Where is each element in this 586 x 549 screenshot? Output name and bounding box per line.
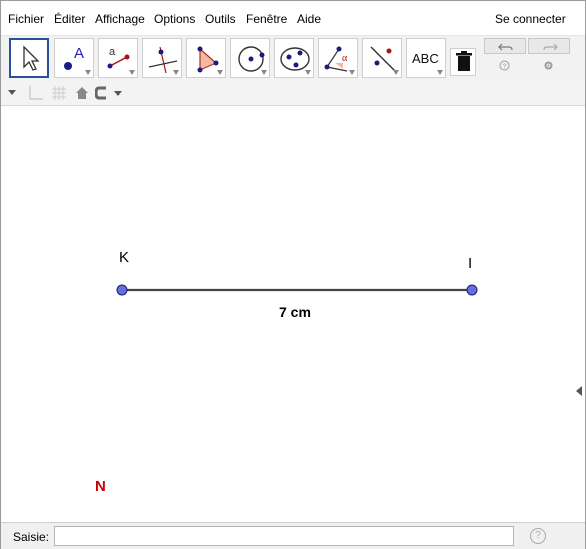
home-icon[interactable] (74, 85, 90, 101)
tool-dropdown-icon (393, 70, 399, 75)
input-field[interactable] (54, 526, 514, 546)
tool-dropdown-icon (305, 70, 311, 75)
menu-outils[interactable]: Outils (205, 12, 236, 26)
point-label-i: I (468, 255, 473, 272)
text-tool-glyph: ABC (412, 51, 439, 66)
tool-dropdown-icon (261, 70, 267, 75)
angle-tool-glyph: α (342, 53, 348, 64)
arrow-cursor-icon (23, 45, 40, 71)
tool-dropdown-icon (173, 70, 179, 75)
text-tool-button[interactable]: ABC (406, 38, 446, 78)
input-bar: Saisie: ? (1, 522, 585, 549)
segment-tool-glyph: a (109, 46, 116, 58)
input-label: Saisie: (13, 530, 50, 544)
graphics-view[interactable]: K I 7 cm N (1, 106, 585, 522)
app-window: Fichier Éditer Affichage Options Outils … (0, 0, 586, 549)
style-bar (1, 81, 585, 106)
menu-options[interactable]: Options (154, 12, 195, 26)
help-icon[interactable]: ? (499, 60, 510, 74)
menu-fenetre[interactable]: Fenêtre (246, 12, 287, 26)
menu-affichage[interactable]: Affichage (95, 12, 145, 26)
point-label-k: K (119, 249, 130, 266)
point-tool-glyph: A (74, 45, 84, 62)
menu-fichier[interactable]: Fichier (8, 12, 44, 26)
angle-tool-button[interactable]: α (318, 38, 358, 78)
gear-icon[interactable] (543, 60, 554, 74)
point-tool-button[interactable]: A (54, 38, 94, 78)
move-tool-button[interactable] (9, 38, 49, 78)
menu-toggle-icon[interactable] (6, 87, 20, 99)
svg-text:?: ? (503, 64, 507, 71)
point-capture-icon[interactable] (95, 85, 125, 101)
point-label-n: N (95, 478, 106, 495)
expand-panel-icon[interactable] (576, 386, 582, 396)
menu-editer[interactable]: Éditer (54, 12, 85, 26)
reflect-tool-button[interactable] (362, 38, 402, 78)
tool-dropdown-icon (217, 70, 223, 75)
redo-icon (543, 43, 558, 51)
tool-dropdown-icon (349, 70, 355, 75)
delete-button[interactable] (450, 48, 476, 76)
polygon-tool-button[interactable] (186, 38, 226, 78)
menu-aide[interactable]: Aide (297, 12, 321, 26)
redo-button[interactable] (528, 38, 570, 54)
toolbar: A a α ABC ? (1, 35, 585, 82)
point-i[interactable] (466, 284, 478, 296)
tool-dropdown-icon (437, 70, 443, 75)
point-k[interactable] (116, 284, 128, 296)
trash-icon (456, 51, 472, 71)
tool-dropdown-icon (129, 70, 135, 75)
grid-icon[interactable] (51, 85, 67, 101)
sign-in-link[interactable]: Se connecter (495, 12, 566, 26)
undo-icon (498, 43, 513, 51)
menu-bar: Fichier Éditer Affichage Options Outils … (1, 1, 585, 35)
perpendicular-tool-button[interactable] (142, 38, 182, 78)
undo-button[interactable] (484, 38, 526, 54)
tool-dropdown-icon (85, 70, 91, 75)
input-help-icon[interactable]: ? (530, 528, 546, 544)
conic-tool-button[interactable] (274, 38, 314, 78)
segment-tool-button[interactable]: a (98, 38, 138, 78)
segment-length-label: 7 cm (279, 304, 311, 320)
circle-tool-button[interactable] (230, 38, 270, 78)
axes-icon[interactable] (28, 85, 44, 101)
